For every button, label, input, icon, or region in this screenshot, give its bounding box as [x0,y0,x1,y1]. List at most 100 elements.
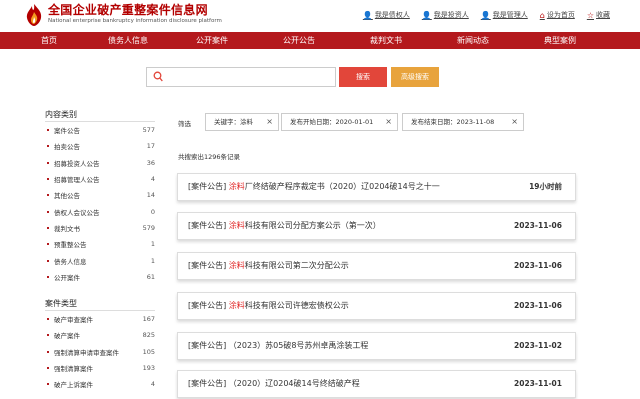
item-count: 4 [150,380,155,389]
nav-public-notices[interactable]: 公开公告 [254,32,344,49]
item-count: 1 [150,240,155,249]
result-date: 19小时前 [529,182,562,191]
result-title[interactable]: [案件公告] （2023）苏05破8号苏州卓禹涂装工程 [188,333,368,359]
item-count: 36 [146,158,155,167]
section-title-content-type: 内容类别 [45,108,155,122]
close-icon[interactable]: × [385,114,392,130]
item-count: 4 [150,175,155,184]
result-title[interactable]: [案件公告] （2020）辽0204破14号终结破产程 [188,371,360,397]
close-icon[interactable]: × [511,114,518,130]
investor-link[interactable]: 👤 我是投资人 [422,10,469,20]
bookmark-link[interactable]: ☆ 收藏 [587,10,610,20]
sidebar-item-creditor-meeting[interactable]: 债权人会议公告 0 [45,203,155,219]
star-icon: ☆ [586,10,594,20]
item-count: 61 [146,272,155,281]
keyword-highlight: 涂料 [228,182,245,191]
result-card[interactable]: [案件公告] （2023）苏05破8号苏州卓禹涂装工程 2023-11-02 [177,332,576,360]
home-icon: ⌂ [539,10,545,20]
keyword-highlight: 涂料 [228,301,245,310]
filter-label: 筛选 [178,120,191,128]
search-input[interactable] [146,67,336,87]
nav-typical-cases[interactable]: 典型案例 [518,32,602,49]
sidebar-item-debtor-info[interactable]: 债务人信息 1 [45,252,155,268]
filter-chip-start-date[interactable]: 发布开始日期：2020-01-01 × [281,113,398,131]
item-count: 825 [142,331,155,340]
result-date: 2023-11-06 [514,261,562,270]
person-icon: 👤 [480,10,491,20]
bullet-icon [47,275,49,278]
result-card[interactable]: [案件公告] 涂料科技有限公司第二次分配公示 2023-11-06 [177,252,576,280]
result-title[interactable]: [案件公告] 涂料科技有限公司第二次分配公示 [188,253,349,279]
advanced-search-button[interactable]: 高级搜索 [391,67,439,87]
bullet-icon [47,129,49,132]
nav-home[interactable]: 首页 [12,32,86,49]
result-count: 共搜索出1296条记录 [178,153,241,161]
item-count: 167 [142,315,155,324]
creditor-link[interactable]: 👤 我是债权人 [363,10,410,20]
filter-chip-end-date[interactable]: 发布结束日期：2023-11-08 × [402,113,524,131]
site-header: 全国企业破产重整案件信息网 National enterprise bankru… [0,0,640,32]
close-icon[interactable]: × [266,114,273,130]
administrator-link[interactable]: 👤 我是管理人 [481,10,528,20]
nav-news[interactable]: 新闻动态 [428,32,518,49]
section-title-case-type: 案件类型 [45,297,155,311]
result-date: 2023-11-06 [514,221,562,230]
sidebar-item-admin-recruit[interactable]: 招募管理人公告 4 [45,171,155,187]
result-card[interactable]: [案件公告] 涂料厂终结破产程序裁定书（2020）辽0204破14号之十一 19… [177,173,576,201]
sidebar-item-other-notice[interactable]: 其他公告 14 [45,187,155,203]
person-icon: 👤 [421,10,432,20]
bullet-icon [47,318,49,321]
sidebar-item-case-notice[interactable]: 案件公告 577 [45,122,155,138]
sidebar-item-pre-restructuring[interactable]: 预重整公告 1 [45,236,155,252]
sidebar-item-liquidation-review[interactable]: 强制清算申请审查案件 105 [45,344,155,360]
nav-judgments[interactable]: 裁判文书 [344,32,428,49]
brand[interactable]: 全国企业破产重整案件信息网 National enterprise bankru… [48,3,222,25]
nav-debtor-info[interactable]: 债务人信息 [86,32,170,49]
result-title[interactable]: [案件公告] 涂料厂终结破产程序裁定书（2020）辽0204破14号之十一 [188,174,440,200]
item-count: 105 [142,347,155,356]
top-links: 👤 我是债权人 👤 我是投资人 👤 我是管理人 ⌂ 设为首页 ☆ 收藏 [363,10,610,20]
sidebar-item-auction-notice[interactable]: 拍卖公告 17 [45,138,155,154]
result-title[interactable]: [案件公告] 涂料科技有限公司许德宏债权公示 [188,293,349,319]
brand-title: 全国企业破产重整案件信息网 [48,3,208,17]
sidebar-item-bankruptcy-case[interactable]: 破产案件 825 [45,327,155,343]
bullet-icon [47,178,49,181]
flame-logo-icon[interactable] [24,3,44,27]
result-date: 2023-11-02 [514,341,562,350]
sidebar-item-liquidation-case[interactable]: 强制清算案件 193 [45,360,155,376]
result-card[interactable]: [案件公告] 涂料科技有限公司分配方案公示（第一次） 2023-11-06 [177,212,576,240]
sidebar-item-bankruptcy-review[interactable]: 破产审查案件 167 [45,311,155,327]
bullet-icon [47,226,49,229]
bullet-icon [47,350,49,353]
sidebar-item-bankruptcy-appeal[interactable]: 破产上诉案件 4 [45,376,155,392]
brand-subtitle: National enterprise bankruptcy informati… [48,18,222,24]
sidebar-item-judgments[interactable]: 裁判文书 579 [45,220,155,236]
sidebar: 内容类别 案件公告 577 拍卖公告 17 招募投资人公告 36 招募管理人公告 4 其… [45,108,155,392]
bullet-icon [47,161,49,164]
bullet-icon [47,210,49,213]
item-count: 577 [142,126,155,135]
person-icon: 👤 [362,10,373,20]
search-icon [153,71,163,82]
bullet-icon [47,145,49,148]
nav-public-cases[interactable]: 公开案件 [170,32,254,49]
search-button[interactable]: 搜索 [339,67,387,87]
result-date: 2023-11-06 [514,301,562,310]
result-card[interactable]: [案件公告] 涂料科技有限公司许德宏债权公示 2023-11-06 [177,292,576,320]
main-nav: 首页 债务人信息 公开案件 公开公告 裁判文书 新闻动态 典型案例 [0,32,640,49]
bullet-icon [47,334,49,337]
item-count: 1 [150,256,155,265]
keyword-highlight: 涂料 [228,261,245,270]
item-count: 193 [142,364,155,372]
result-title[interactable]: [案件公告] 涂料科技有限公司分配方案公示（第一次） [188,213,381,239]
bullet-icon [47,243,49,246]
keyword-highlight: 涂料 [228,221,245,230]
sidebar-item-public-cases[interactable]: 公开案件 61 [45,269,155,285]
set-homepage-link[interactable]: ⌂ 设为首页 [540,10,575,20]
result-card[interactable]: [案件公告] （2020）辽0204破14号终结破产程 2023-11-01 [177,370,576,398]
filter-chip-keyword[interactable]: 关键字：涂料 × [205,113,279,131]
sidebar-item-investor-recruit[interactable]: 招募投资人公告 36 [45,155,155,171]
bullet-icon [47,367,49,369]
item-count: 17 [146,142,155,151]
item-count: 14 [146,191,155,200]
